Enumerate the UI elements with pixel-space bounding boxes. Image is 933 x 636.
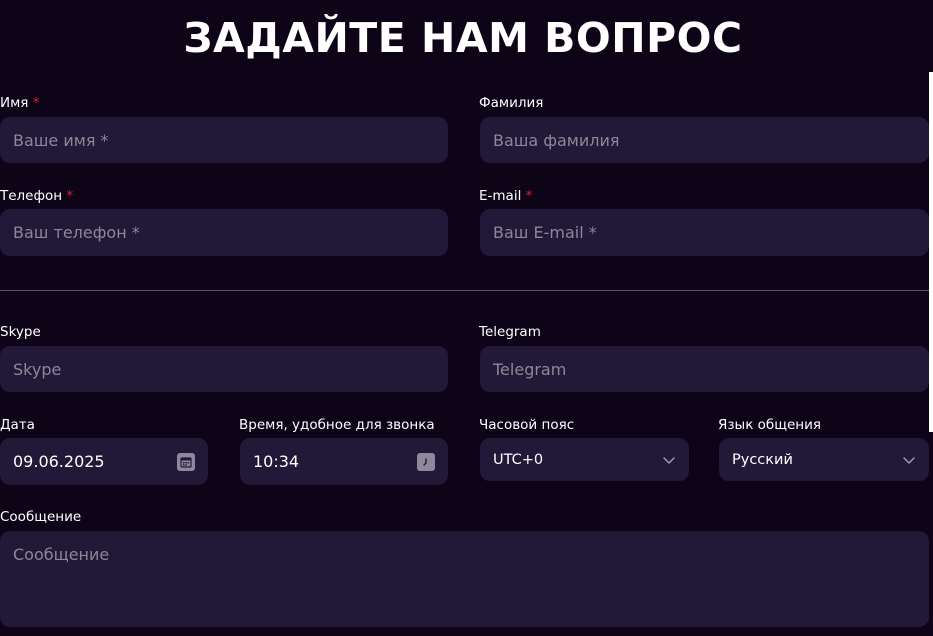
last-name-label: Фамилия bbox=[479, 95, 544, 111]
phone-input[interactable] bbox=[13, 223, 435, 242]
contact-form-page: ЗАДАЙТЕ НАМ ВОПРОС Имя * Фамилия Телефон… bbox=[0, 0, 933, 636]
email-field[interactable] bbox=[480, 209, 929, 256]
section-divider bbox=[0, 290, 929, 291]
date-value: 09.06.2025 bbox=[13, 452, 105, 471]
last-name-field[interactable] bbox=[480, 117, 929, 163]
chevron-down-icon[interactable] bbox=[902, 453, 916, 467]
calendar-icon[interactable] bbox=[177, 452, 195, 471]
language-label: Язык общения bbox=[718, 417, 821, 433]
telegram-field[interactable] bbox=[480, 346, 929, 392]
first-name-label: Имя * bbox=[0, 95, 39, 111]
time-label: Время, удобное для звонка bbox=[239, 417, 435, 433]
first-name-label-text: Имя bbox=[0, 95, 29, 111]
chevron-down-icon[interactable] bbox=[662, 453, 676, 467]
scrollbar[interactable] bbox=[929, 72, 933, 432]
phone-label: Телефон * bbox=[0, 188, 73, 204]
skype-field[interactable] bbox=[0, 346, 448, 392]
clock-icon[interactable] bbox=[417, 452, 435, 471]
telegram-input[interactable] bbox=[493, 359, 916, 379]
email-label: E-mail * bbox=[479, 188, 532, 204]
time-picker[interactable]: 10:34 bbox=[240, 438, 448, 485]
phone-label-text: Телефон bbox=[0, 188, 63, 204]
email-input[interactable] bbox=[493, 223, 916, 242]
form-title: ЗАДАЙТЕ НАМ ВОПРОС bbox=[183, 14, 743, 62]
required-mark: * bbox=[66, 188, 74, 204]
phone-field[interactable] bbox=[0, 209, 448, 256]
message-field[interactable] bbox=[0, 531, 929, 627]
first-name-input[interactable] bbox=[13, 130, 435, 150]
timezone-label: Часовой пояс bbox=[479, 417, 575, 433]
required-mark: * bbox=[32, 95, 40, 111]
language-select[interactable]: Русский bbox=[719, 438, 929, 481]
timezone-value: UTC+0 bbox=[493, 451, 544, 468]
required-mark: * bbox=[525, 188, 533, 204]
date-picker[interactable]: 09.06.2025 bbox=[0, 438, 208, 485]
last-name-input[interactable] bbox=[493, 130, 916, 150]
language-value: Русский bbox=[732, 451, 793, 468]
skype-input[interactable] bbox=[13, 359, 435, 379]
email-label-text: E-mail bbox=[479, 188, 522, 204]
timezone-select[interactable]: UTC+0 bbox=[480, 438, 689, 481]
skype-label: Skype bbox=[0, 324, 41, 340]
message-label: Сообщение bbox=[0, 509, 82, 525]
date-label: Дата bbox=[0, 417, 35, 433]
time-value: 10:34 bbox=[253, 452, 300, 471]
telegram-label: Telegram bbox=[479, 324, 541, 340]
message-textarea[interactable] bbox=[13, 531, 916, 625]
first-name-field[interactable] bbox=[0, 117, 448, 163]
